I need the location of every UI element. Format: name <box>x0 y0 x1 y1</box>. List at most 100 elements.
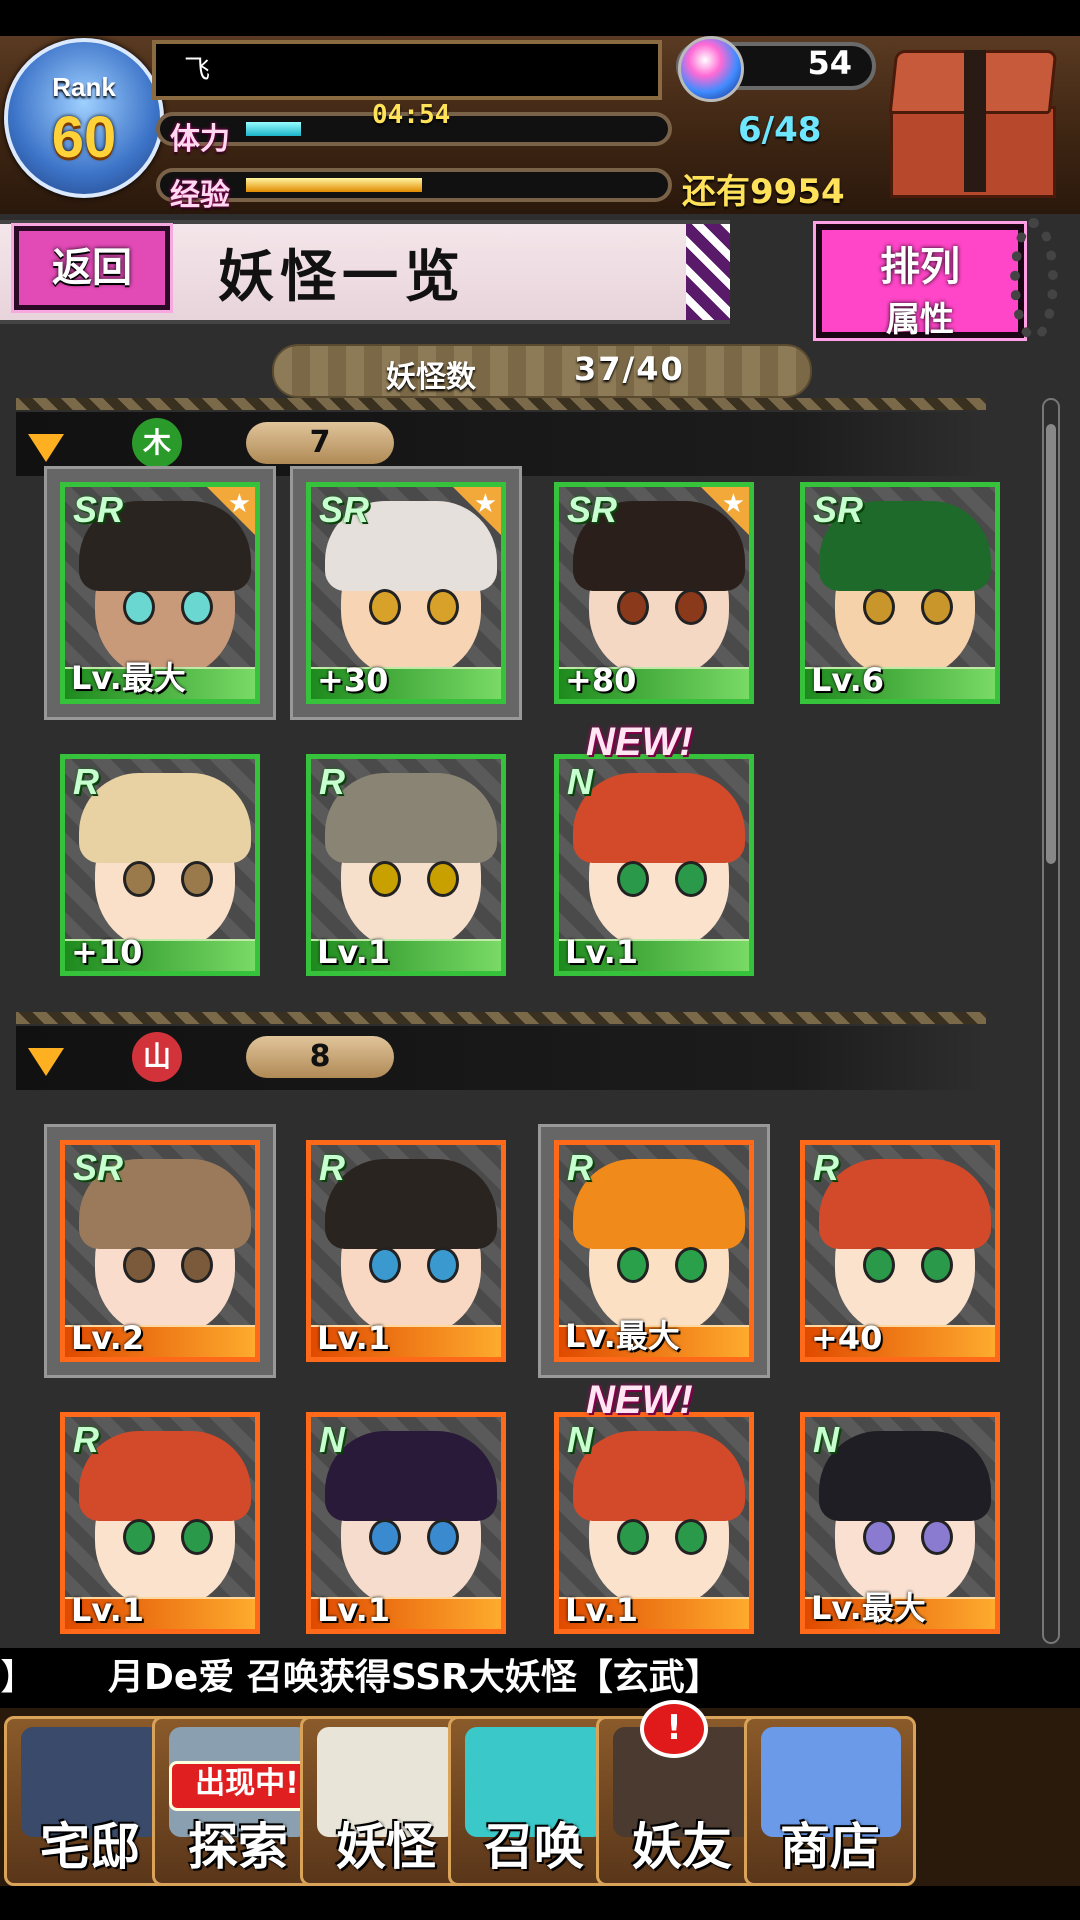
nav-label: 召唤 <box>484 1818 584 1876</box>
yokai-card[interactable]: SR ★ +30 <box>290 466 522 720</box>
portrait-eye <box>123 1247 155 1283</box>
yokai-portrait: R +10 <box>60 754 260 976</box>
portrait-eye <box>181 1247 213 1283</box>
news-ticker: 月De爱 召唤获得SSR大妖怪【玄武】 <box>0 1648 1080 1708</box>
portrait-eye <box>427 589 459 625</box>
yokai-portrait: SR ★ +80 <box>554 482 754 704</box>
yokai-portrait: N Lv.最大 <box>800 1412 1000 1634</box>
nav-pentagram[interactable]: 召唤 <box>448 1716 620 1886</box>
sort-label: 排列 <box>880 244 960 290</box>
treasure-chest-button[interactable] <box>884 44 1060 200</box>
gear-icon <box>1010 218 1058 342</box>
bottom-band <box>0 1886 1080 1920</box>
stamina-count: 6/48 <box>738 110 822 150</box>
stamina-fill <box>246 122 301 136</box>
exp-remaining: 还有9954 <box>682 172 845 212</box>
rarity-badge: R <box>567 1147 593 1188</box>
yokai-card[interactable]: N Lv.1 NEW! <box>554 720 754 976</box>
summon-alert-badge: ! <box>640 1700 708 1758</box>
sort-button[interactable]: 排列 属性 <box>813 221 1027 341</box>
portrait-hair <box>79 773 251 863</box>
portrait-hair <box>573 773 745 863</box>
yokai-card[interactable]: SR Lv.6 <box>800 482 1000 704</box>
portrait-eye <box>675 589 707 625</box>
card-level: +10 <box>71 933 143 971</box>
portrait-hair <box>573 1159 745 1249</box>
portrait-eye <box>369 1519 401 1555</box>
card-level: Lv.最大 <box>71 659 186 697</box>
portrait-eye <box>863 1247 895 1283</box>
chest-band <box>964 50 986 192</box>
section-count: 8 <box>246 1036 394 1078</box>
sort-mode: 属性 <box>886 300 954 340</box>
yokai-card[interactable]: R Lv.1 <box>306 754 506 976</box>
card-level: Lv.1 <box>71 1591 145 1629</box>
rarity-badge: SR <box>73 1147 124 1188</box>
card-level: Lv.1 <box>317 1591 391 1629</box>
yokai-portrait: R Lv.最大 <box>554 1140 754 1362</box>
stamina-label: 体力 <box>170 122 230 157</box>
yokai-portrait: N Lv.1 <box>306 1412 506 1634</box>
nav-orb[interactable]: 商店 <box>744 1716 916 1886</box>
rank-value: 60 <box>51 105 117 170</box>
back-button[interactable]: 返回 <box>11 223 173 313</box>
yokai-card[interactable]: R Lv.1 <box>306 1140 506 1362</box>
rarity-badge: N <box>567 761 593 802</box>
section-rail <box>16 1012 986 1024</box>
yokai-card[interactable]: R Lv.1 <box>60 1412 260 1634</box>
rarity-badge: R <box>73 761 99 802</box>
exp-fill <box>246 178 422 192</box>
rarity-badge: SR <box>567 489 618 530</box>
rarity-badge: R <box>319 761 345 802</box>
nav-scroll[interactable]: 妖怪 <box>300 1716 472 1886</box>
page-title: 妖怪一览 <box>218 245 466 310</box>
yokai-portrait: R Lv.1 <box>60 1412 260 1634</box>
card-level: Lv.6 <box>811 661 885 699</box>
section-header-mountain[interactable]: 山 8 <box>16 1012 986 1090</box>
rank-badge[interactable]: Rank 60 <box>4 38 164 198</box>
portrait-eye <box>863 1519 895 1555</box>
card-level: Lv.2 <box>71 1319 145 1357</box>
yokai-portrait: SR ★ +30 <box>306 482 506 704</box>
yokai-card[interactable]: SR ★ +80 <box>554 482 754 704</box>
yokai-card[interactable]: N Lv.1 <box>306 1412 506 1634</box>
yokai-card[interactable]: R +40 <box>800 1140 1000 1362</box>
portrait-eye <box>181 589 213 625</box>
card-level: Lv.最大 <box>811 1589 926 1627</box>
new-badge: NEW! <box>586 1378 693 1422</box>
nav-house[interactable]: 宅邸 <box>4 1716 176 1886</box>
portrait-eye <box>369 589 401 625</box>
yokai-card[interactable]: R +10 <box>60 754 260 976</box>
portrait-eye <box>181 861 213 897</box>
yokai-card[interactable]: N Lv.1 NEW! <box>554 1378 754 1634</box>
scroll-thumb[interactable] <box>1046 424 1056 864</box>
portrait-eye <box>123 1519 155 1555</box>
rarity-badge: R <box>319 1147 345 1188</box>
rarity-badge: N <box>319 1419 345 1460</box>
card-level: Lv.1 <box>317 1319 391 1357</box>
card-level: Lv.1 <box>317 933 391 971</box>
spirit-orb-icon <box>678 36 744 102</box>
yokai-card[interactable]: SR ★ Lv.最大 <box>44 466 276 720</box>
yokai-card[interactable]: R Lv.最大 <box>538 1124 770 1378</box>
nav-label: 妖友 <box>632 1818 732 1876</box>
nav-label: 宅邸 <box>40 1818 140 1876</box>
scrollbar[interactable] <box>1042 398 1060 1644</box>
collapse-triangle-icon[interactable] <box>28 1048 64 1076</box>
portrait-eye <box>427 1519 459 1555</box>
collapse-triangle-icon[interactable] <box>28 434 64 462</box>
portrait-eye <box>123 861 155 897</box>
nav-explore[interactable]: 出现中! 探索 <box>152 1716 324 1886</box>
portrait-eye <box>181 1519 213 1555</box>
favorite-star-icon: ★ <box>453 487 501 535</box>
portrait-eye <box>863 589 895 625</box>
portrait-hair <box>573 1431 745 1521</box>
portrait-eye <box>617 861 649 897</box>
favorite-star-icon: ★ <box>701 487 749 535</box>
yokai-card[interactable]: N Lv.最大 <box>800 1412 1000 1634</box>
player-name: 飞 <box>152 40 662 100</box>
section-rail <box>16 398 986 410</box>
yokai-card[interactable]: SR Lv.2 <box>44 1124 276 1378</box>
nav-label: 商店 <box>780 1818 880 1876</box>
favorite-star-icon: ★ <box>207 487 255 535</box>
